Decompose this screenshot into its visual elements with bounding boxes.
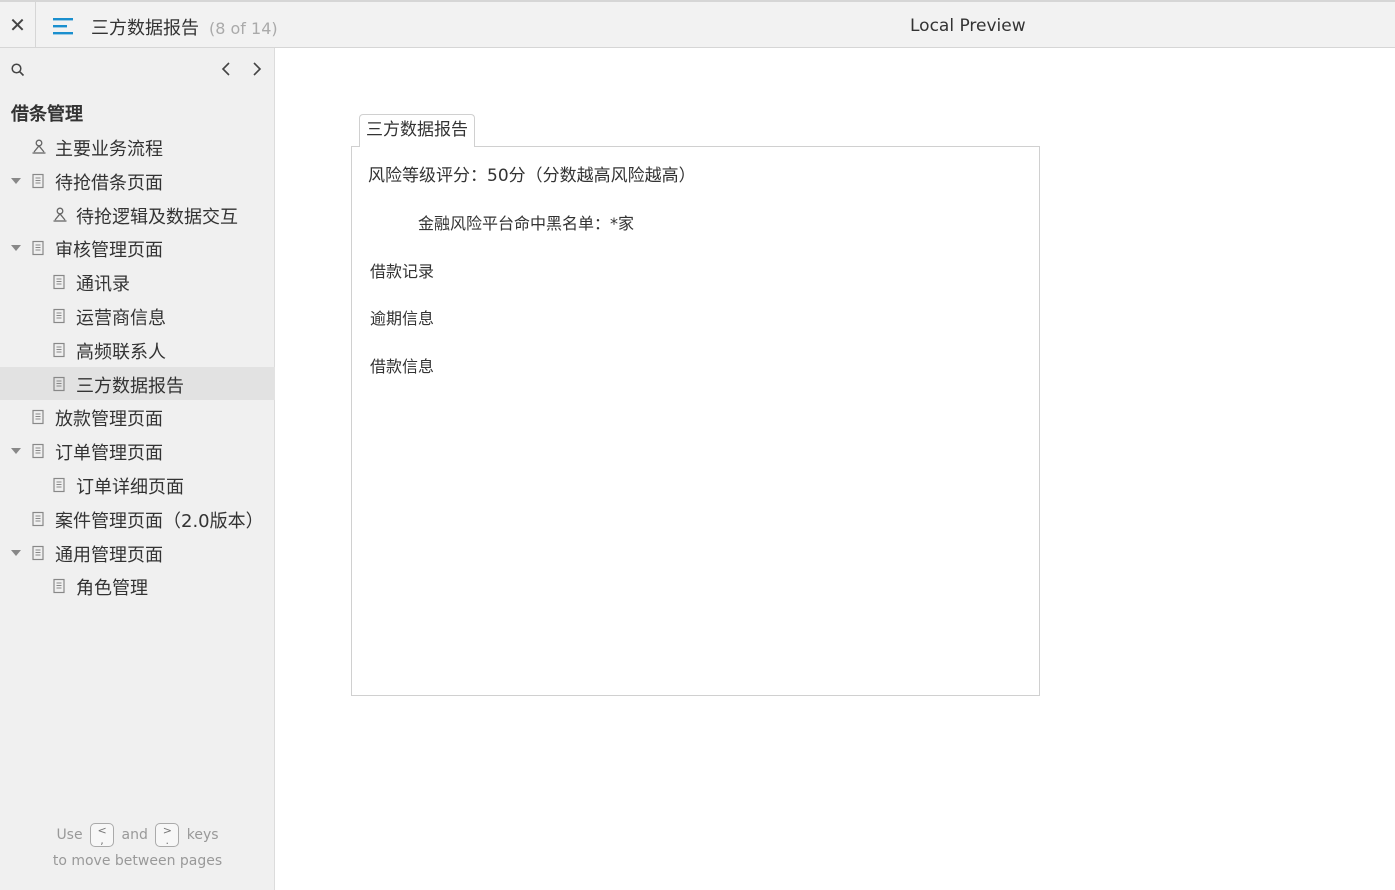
caret-down-icon[interactable] [11, 549, 21, 556]
prev-key-icon: <, [90, 823, 115, 847]
sidebar-item[interactable]: 高频联系人 [0, 333, 275, 367]
sidebar-item[interactable]: 通用管理页面 [0, 536, 275, 570]
sidebar-item-label: 角色管理 [76, 578, 148, 600]
caret-down-icon[interactable] [11, 245, 21, 252]
flow-icon [31, 139, 46, 155]
sidebar-item[interactable]: 审核管理页面 [0, 231, 275, 265]
page-icon [31, 240, 45, 256]
page-icon [52, 477, 66, 493]
sidebar-item[interactable]: 三方数据报告 [0, 366, 275, 401]
close-button[interactable]: ✕ [0, 2, 36, 48]
panel-tab: 三方数据报告 [359, 114, 475, 147]
chevron-left-icon[interactable] [218, 60, 236, 78]
page-icon [31, 511, 45, 527]
sidebar-item-label: 三方数据报告 [76, 375, 184, 397]
sidebar-item[interactable]: 订单管理页面 [0, 434, 275, 468]
page-icon [31, 409, 45, 425]
menu-icon[interactable] [50, 15, 76, 37]
blacklist-count: 金融风险平台命中黑名单：*家 [418, 214, 635, 233]
hint-line2: to move between pages [52, 853, 223, 869]
sidebar-item-label: 订单详细页面 [76, 476, 184, 498]
sidebar-item[interactable]: 待抢逻辑及数据交互 [0, 198, 275, 232]
sidebar-item[interactable]: 角色管理 [0, 569, 275, 603]
sidebar-item-label: 待抢借条页面 [55, 172, 163, 194]
project-title: 借条管理 [11, 104, 83, 125]
sidebar-item-label: 主要业务流程 [55, 139, 163, 160]
page-icon [52, 274, 66, 290]
sidebar-item-label: 待抢逻辑及数据交互 [76, 206, 238, 228]
sidebar-item-label: 运营商信息 [76, 307, 166, 329]
sidebar-item[interactable]: 放款管理页面 [0, 400, 275, 434]
page-icon [52, 308, 66, 324]
hint-use: Use [56, 827, 83, 843]
close-icon: ✕ [9, 13, 26, 37]
next-key-icon: >. [155, 823, 180, 847]
sidebar-item-label: 高频联系人 [76, 341, 166, 363]
risk-score: 风险等级评分：50分（分数越高风险越高） [368, 166, 696, 186]
page-title: 三方数据报告 (8 of 14) [91, 14, 278, 40]
sidebar: 借条管理 主要业务流程 待抢借条页面待抢逻辑及数据交互审核管理页面通讯录运营商信息… [0, 48, 275, 890]
sidebar-item[interactable]: 运营商信息 [0, 299, 275, 333]
hint-keys: keys [186, 827, 219, 843]
page-icon [31, 443, 45, 459]
page-icon [52, 342, 66, 358]
sidebar-item[interactable]: 通讯录 [0, 265, 275, 299]
preview-title: Local Preview [910, 16, 1026, 36]
page-icon [52, 578, 66, 594]
sidebar-item-label: 放款管理页面 [55, 409, 163, 431]
page-icon [31, 173, 45, 189]
caret-down-icon[interactable] [11, 177, 21, 184]
sidebar-item[interactable]: 待抢借条页面 [0, 164, 275, 198]
section-loan-records: 借款记录 [370, 262, 435, 281]
page-title-text: 三方数据报告 [91, 18, 199, 39]
keyboard-hint: Use <, and >. keys to move between pages [0, 822, 275, 874]
main-canvas: 三方数据报告 风险等级评分：50分（分数越高风险越高） 金融风险平台命中黑名单：… [276, 48, 1395, 890]
sidebar-item-label: 通用管理页面 [55, 544, 163, 566]
sidebar-item[interactable]: 主要业务流程 [0, 130, 275, 164]
sidebar-toolbar [0, 48, 275, 92]
sidebar-item-label: 订单管理页面 [55, 443, 163, 465]
flow-icon [52, 207, 67, 223]
search-icon[interactable] [10, 62, 26, 78]
section-overdue-info: 逾期信息 [370, 309, 435, 328]
page-icon [31, 545, 45, 561]
caret-down-icon[interactable] [11, 448, 21, 455]
section-loan-info: 借款信息 [370, 357, 435, 376]
sidebar-item-label: 审核管理页面 [55, 240, 163, 262]
top-bar: ✕ 三方数据报告 (8 of 14) Local Preview [0, 0, 1395, 48]
report-panel: 风险等级评分：50分（分数越高风险越高） 金融风险平台命中黑名单：*家 借款记录… [351, 146, 1040, 696]
sidebar-item-label: 案件管理页面（2.0版本） [55, 510, 264, 532]
page-tree: 主要业务流程 待抢借条页面待抢逻辑及数据交互审核管理页面通讯录运营商信息高频联系人… [0, 130, 275, 603]
sidebar-item[interactable]: 案件管理页面（2.0版本） [0, 502, 275, 536]
sidebar-item-label: 通讯录 [76, 274, 130, 296]
chevron-right-icon[interactable] [247, 60, 265, 78]
sidebar-item[interactable]: 订单详细页面 [0, 468, 275, 502]
page-count: (8 of 14) [209, 19, 278, 38]
hint-and: and [121, 827, 148, 843]
page-icon [52, 376, 66, 392]
